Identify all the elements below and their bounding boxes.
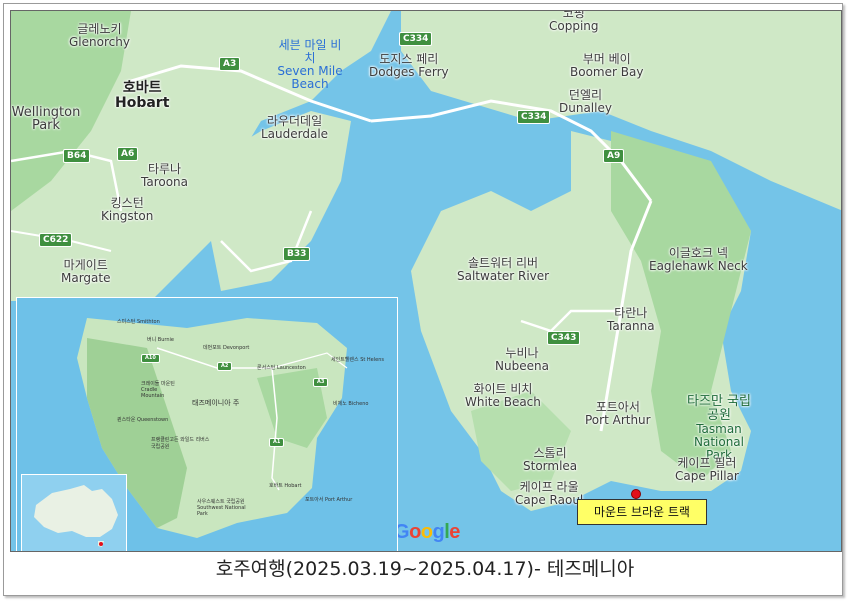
place-taroona: 타루나 Taroona — [141, 162, 189, 189]
inset-place-launceston: 론서스턴 Launceston — [257, 365, 306, 371]
australia-outline — [34, 485, 118, 547]
place-boomer-bay: 부머 베이 Boomer Bay — [570, 52, 644, 79]
inset-place-burnie: 버니 Burnie — [147, 337, 174, 343]
place-white-beach: 화이트 비치 White Beach — [465, 382, 541, 409]
inset-place-bicheno: 비체노 Bicheno — [333, 401, 369, 407]
place-copping: 코핑 Copping — [549, 10, 599, 33]
road-shield-a9: A9 — [603, 149, 625, 163]
place-dunalley: 던엘리 Dunalley — [559, 88, 612, 115]
inset-place-st-helens: 세인트헬렌스 St Helens — [331, 357, 384, 363]
map-view[interactable]: A3 C334 C334 B64 A6 A9 C622 B33 C343 글레노… — [10, 10, 842, 552]
place-nubeena: 누비나 Nubeena — [495, 346, 549, 373]
inset-place-cradle-mountain: 크레이들 마운틴 Cradle Mountain — [141, 381, 175, 399]
road-shield-b33: B33 — [283, 247, 311, 261]
inset-place-devonport: 데번포트 Devonport — [203, 345, 250, 351]
road-shield-a6: A6 — [117, 147, 139, 161]
place-taranna: 타란나 Taranna — [607, 306, 655, 333]
place-hobart: 호바트 Hobart — [115, 80, 170, 111]
inset-tasmania-map[interactable]: 스미스턴 Smithton 버니 Burnie 데번포트 Devonport 론… — [16, 297, 398, 551]
place-glenorchy: 글레노키 Glenorchy — [69, 22, 130, 49]
inset-place-port-arthur: 포트아서 Port Arthur — [305, 497, 353, 503]
page-caption: 호주여행(2025.03.19~2025.04.17)- 테즈메니아 — [215, 558, 635, 580]
inset-place-queenstown: 퀸스타운 Queenstown — [117, 417, 169, 423]
road-shield-b64: B64 — [63, 149, 91, 163]
trek-label-box: 마운트 브라운 트랙 — [577, 499, 707, 525]
inset-place-hobart: 호바트 Hobart — [269, 483, 302, 489]
place-margate: 마게이트 Margate — [61, 258, 111, 285]
place-kingston: 킹스턴 Kingston — [101, 196, 154, 223]
road-shield-c622: C622 — [39, 233, 73, 247]
inset-road-shield-a10: A10 — [141, 354, 160, 363]
place-lauderdale: 라우더데일 Lauderdale — [261, 114, 329, 141]
place-cape-raoul: 케이프 라울 Cape Raoul — [515, 480, 584, 507]
road-shield-c343: C343 — [547, 331, 581, 345]
inset-place-southwest: 사우스웨스트 국립공원 Southwest National Park — [197, 499, 246, 517]
inset-place-tasmania: 태즈메이니아 주 — [192, 399, 240, 407]
road-shield-c334-east: C334 — [517, 110, 551, 124]
place-eaglehawk-neck: 이글호크 넥 Eaglehawk Neck — [649, 246, 748, 273]
inset-place-franklin-gordon: 프랭클린고든 와일드 리버스 국립공원 — [151, 437, 210, 450]
place-seven-mile-beach: 세븐 마일 비치 Seven Mile Beach — [277, 38, 343, 91]
inset-place-smithton: 스미스턴 Smithton — [117, 319, 160, 325]
place-port-arthur: 포트아서 Port Arthur — [585, 400, 651, 427]
inset-road-shield-a1: A1 — [269, 438, 285, 447]
place-tasman-national-park: 타즈만 국립공원 Tasman National Park — [687, 394, 751, 462]
google-logo: Google — [394, 521, 460, 543]
inset-road-shield-a3: A3 — [313, 378, 329, 387]
road-shield-c334-north: C334 — [399, 32, 433, 46]
place-saltwater-river: 솔트워터 리버 Saltwater River — [457, 256, 550, 283]
place-stormlea: 스톰리 Stormlea — [523, 446, 578, 473]
trek-location-marker[interactable] — [631, 489, 641, 499]
road-shield-a3: A3 — [219, 57, 241, 71]
inset-road-shield-a2: A2 — [217, 362, 233, 371]
place-wellington-park: Wellington Park — [11, 105, 81, 133]
inset-australia-map — [21, 474, 127, 551]
place-cape-pillar: 케이프 필러 Cape Pillar — [675, 456, 739, 483]
place-dodges-ferry: 도지스 페리 Dodges Ferry — [369, 52, 449, 79]
